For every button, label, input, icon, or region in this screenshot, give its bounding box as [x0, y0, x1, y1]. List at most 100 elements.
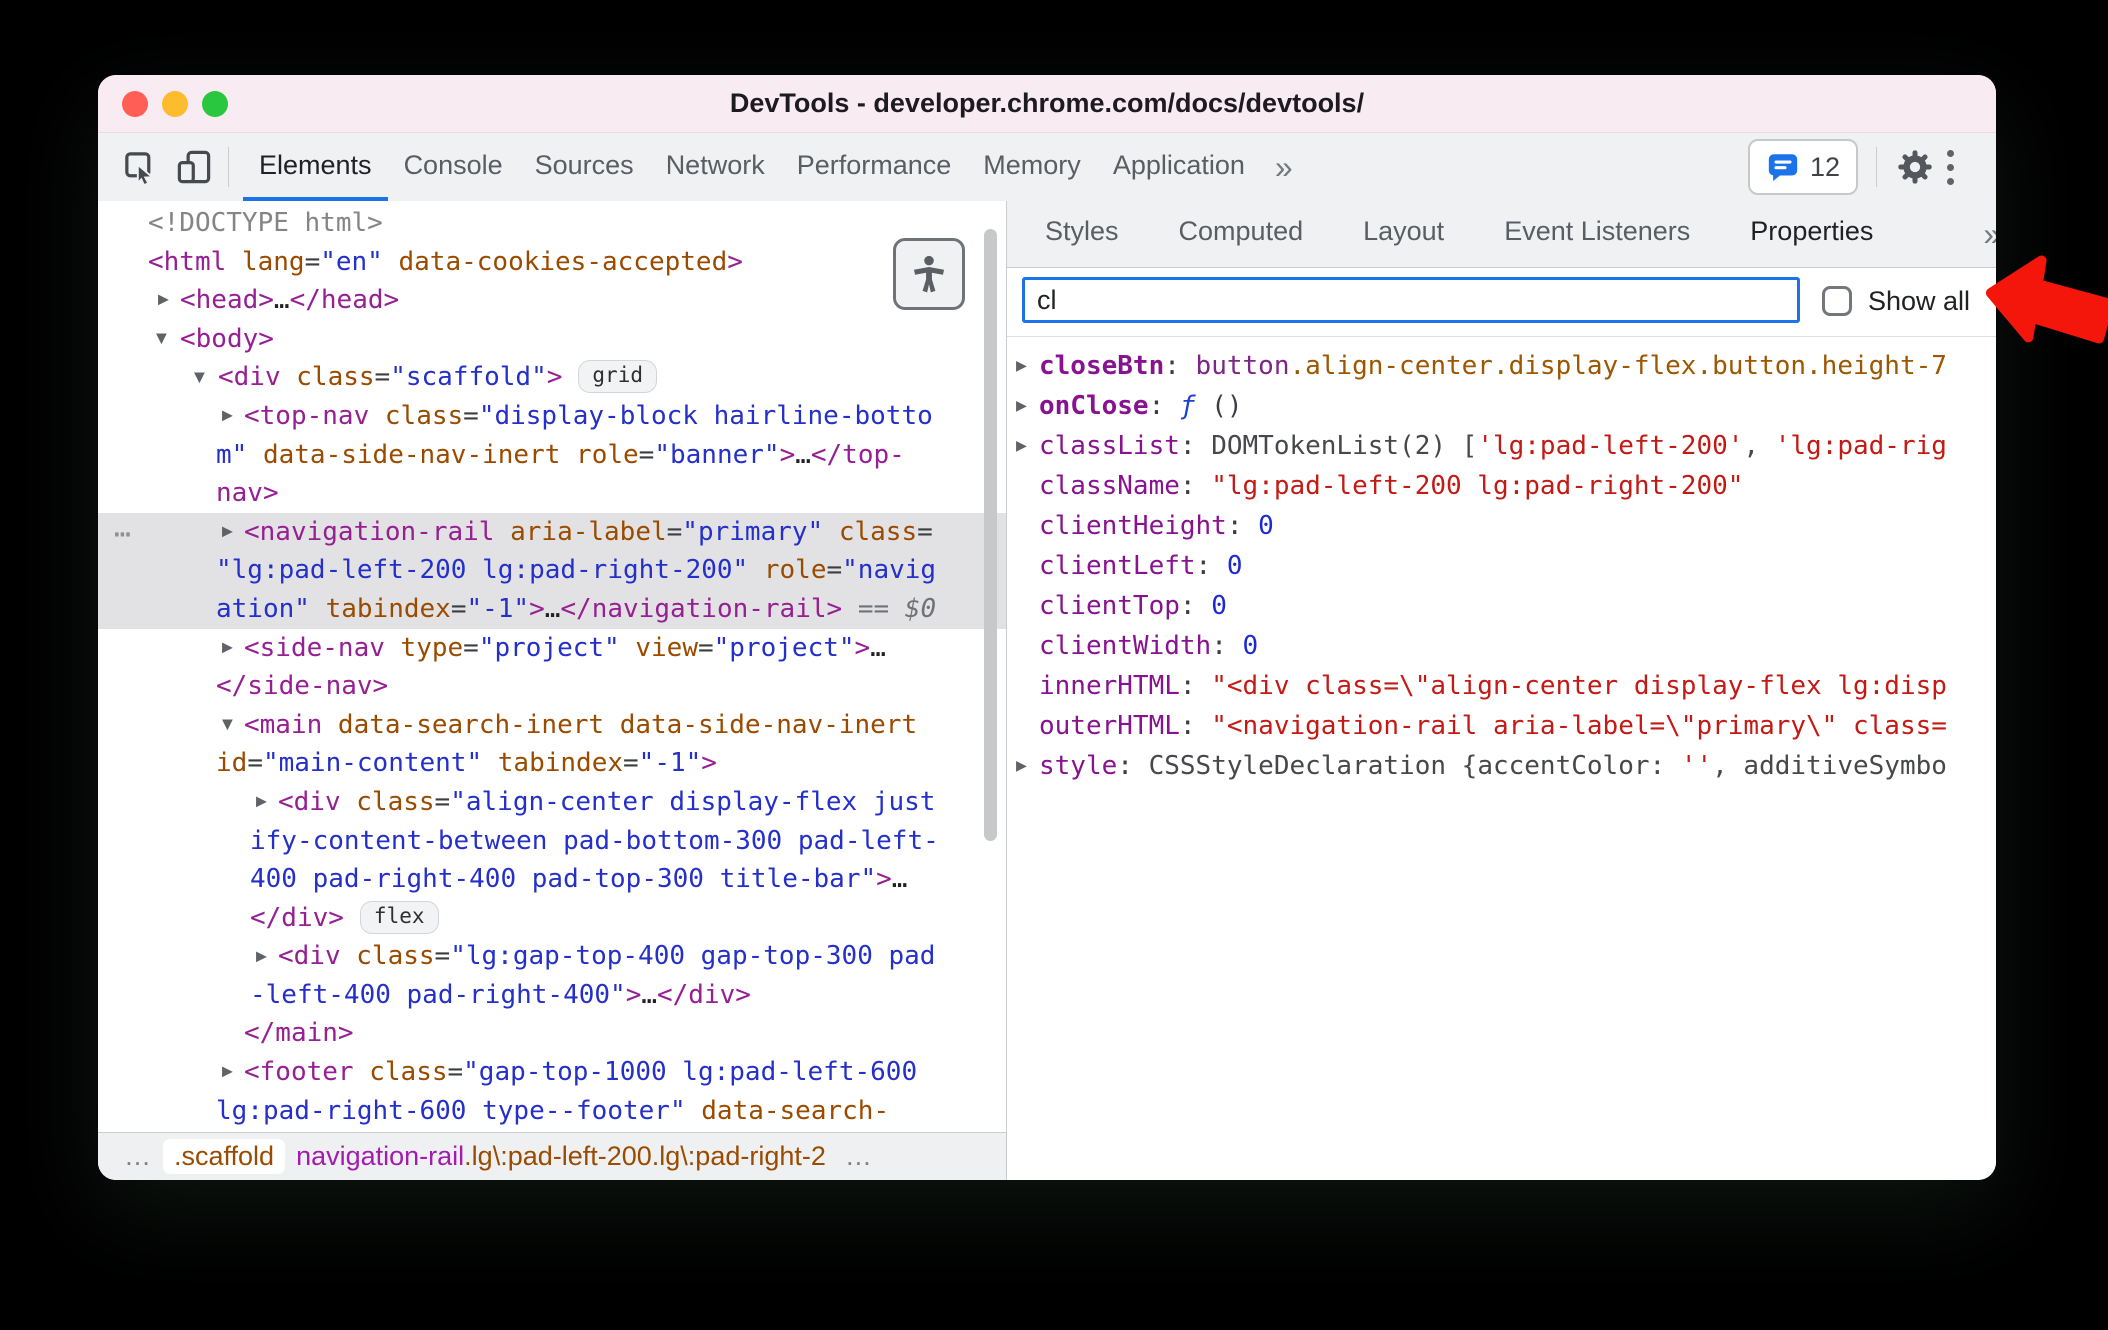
- minimize-traffic-light[interactable]: [162, 91, 188, 117]
- dom-tree-node[interactable]: ▶ <footer class="gap-top-1000 lg:pad-left…: [98, 1053, 1006, 1130]
- sidebar-tab-layout[interactable]: Layout: [1357, 201, 1450, 267]
- panel-tabs: Elements Console Sources Network Performance…: [243, 133, 1261, 201]
- dom-tree-line: ▼ <main data-search-inert data-side-nav-i…: [98, 706, 1006, 745]
- dom-tree-node[interactable]: ▶ <side-nav type="project" view="project"…: [98, 629, 1006, 706]
- breadcrumb-list: .scaffold navigation-rail.lg\:pad-left-20…: [163, 1139, 837, 1174]
- dom-tree-line: ▼ <div class="scaffold"> grid: [98, 358, 1006, 397]
- close-traffic-light[interactable]: [122, 91, 148, 117]
- property-row[interactable]: ▶ onClose: ƒ (): [1007, 386, 1996, 426]
- dom-tree-node[interactable]: ▶ <head>…</head>: [98, 281, 1006, 320]
- more-tabs-icon[interactable]: »: [1261, 133, 1307, 201]
- dom-tree-node[interactable]: ▶ <top-nav class="display-block hairline-…: [98, 397, 1006, 513]
- accessibility-person-icon: [913, 255, 945, 293]
- dom-tree-line: 400 pad-right-400 pad-top-300 title-bar"…: [250, 864, 908, 895]
- property-row[interactable]: ▶ closeBtn: button.align-center.display-f…: [1007, 346, 1996, 386]
- sidebar-tab-list: Styles Computed Layout Event Listeners Prope…: [1039, 201, 1927, 267]
- tab-application[interactable]: Application: [1097, 133, 1261, 201]
- disclosure-triangle-icon[interactable]: ▶: [222, 397, 233, 436]
- toolbar-divider: [1876, 147, 1877, 187]
- disclosure-triangle-icon[interactable]: ▶: [222, 513, 233, 552]
- tab-network[interactable]: Network: [650, 133, 781, 201]
- dom-tree-node[interactable]: </main>: [98, 1014, 1006, 1053]
- sidebar-tab-properties[interactable]: Properties: [1744, 201, 1879, 267]
- dom-tree-line: … ▶ <navigation-rail aria-label="primary" …: [98, 511, 1006, 552]
- devtools-content: <!DOCTYPE html> <html lang="en" data-cook…: [98, 201, 1996, 1180]
- dom-tree-node[interactable]: ▶ <div class="align-center display-flex j…: [98, 783, 1006, 937]
- dom-tree-line: ▶ <footer class="gap-top-1000 lg:pad-left…: [98, 1053, 1006, 1092]
- tab-sources[interactable]: Sources: [519, 133, 650, 201]
- sidebar-tab-computed[interactable]: Computed: [1173, 201, 1310, 267]
- dom-tree-line: id="main-content" tabindex="-1">: [216, 748, 717, 779]
- disclosure-triangle-icon[interactable]: ▼: [194, 358, 205, 397]
- toolbar-right-group: 12: [1747, 139, 1966, 195]
- property-row[interactable]: clientLeft: 0: [1007, 546, 1996, 586]
- dom-tree-line: ▶ <top-nav class="display-block hairline-…: [98, 397, 1006, 436]
- tab-elements[interactable]: Elements: [243, 133, 388, 201]
- breadcrumb: … .scaffold navigation-rail.lg\:pad-left-…: [98, 1132, 1006, 1180]
- annotation-arrow-icon: [1985, 255, 2108, 344]
- expand-arrow-icon[interactable]: ▶: [1016, 746, 1027, 786]
- tree-scrollbar[interactable]: [984, 229, 997, 841]
- dom-tree-line: <!DOCTYPE html>: [148, 208, 383, 238]
- disclosure-triangle-icon[interactable]: ▼: [156, 320, 167, 359]
- property-row[interactable]: clientHeight: 0: [1007, 506, 1996, 546]
- tab-console[interactable]: Console: [388, 133, 519, 201]
- tab-memory[interactable]: Memory: [967, 133, 1097, 201]
- breadcrumb-crumb[interactable]: navigation-rail.lg\:pad-left-200.lg\:pad…: [285, 1139, 837, 1174]
- dom-tree-node[interactable]: ▼ <main data-search-inert data-side-nav-i…: [98, 706, 1006, 783]
- issues-chat-button[interactable]: 12: [1747, 139, 1858, 195]
- window-title: DevTools - developer.chrome.com/docs/dev…: [729, 88, 1365, 118]
- accessibility-overlay-button[interactable]: [893, 238, 965, 310]
- sidebar-tab-event-listeners[interactable]: Event Listeners: [1498, 201, 1696, 267]
- disclosure-triangle-icon[interactable]: ▶: [256, 937, 267, 976]
- dom-tree-line: ation" tabindex="-1">…</navigation-rail>…: [216, 593, 937, 624]
- breadcrumb-left-ellipsis[interactable]: …: [124, 1141, 153, 1172]
- dom-tree-line: nav>: [216, 478, 279, 509]
- dom-tree-line: ify-content-between pad-bottom-300 pad-l…: [250, 825, 939, 856]
- settings-gear-icon[interactable]: [1895, 147, 1935, 187]
- flex-badge[interactable]: flex: [359, 900, 439, 934]
- dom-tree-line: ▶ <head>…</head>: [98, 281, 1006, 320]
- dom-tree-node[interactable]: ▶ <div class="lg:gap-top-400 gap-top-300 …: [98, 937, 1006, 1014]
- elements-sidebar: Styles Computed Layout Event Listeners Prope…: [1007, 201, 1996, 1180]
- tab-performance[interactable]: Performance: [781, 133, 968, 201]
- device-toolbar-icon[interactable]: [174, 147, 214, 187]
- expand-arrow-icon[interactable]: ▶: [1016, 426, 1027, 466]
- property-row[interactable]: ▶ style: CSSStyleDeclaration {accentColor…: [1007, 746, 1996, 786]
- disclosure-triangle-icon[interactable]: ▶: [158, 281, 169, 320]
- property-row[interactable]: innerHTML: "<div class=\"align-center di…: [1007, 666, 1996, 706]
- properties-filter-input[interactable]: [1022, 277, 1800, 323]
- dom-tree-line: ▶ <side-nav type="project" view="project"…: [98, 629, 1006, 668]
- property-row[interactable]: clientTop: 0: [1007, 586, 1996, 626]
- disclosure-triangle-icon[interactable]: ▶: [256, 783, 267, 822]
- expand-arrow-icon[interactable]: ▶: [1016, 346, 1027, 386]
- grid-badge[interactable]: grid: [578, 360, 657, 394]
- dom-tree-line: -left-400 pad-right-400">…</div>: [250, 979, 751, 1010]
- expand-arrow-icon[interactable]: ▶: [1016, 386, 1027, 426]
- zoom-traffic-light[interactable]: [202, 91, 228, 117]
- dom-tree-line: lg:pad-right-600 type--footer" data-sear…: [216, 1095, 890, 1126]
- show-all-checkbox[interactable]: [1822, 286, 1852, 316]
- property-row[interactable]: ▶ classList: DOMTokenList(2) ['lg:pad-lef…: [1007, 426, 1996, 466]
- dom-tree-line: m" data-side-nav-inert role="banner">…</…: [216, 439, 905, 470]
- breadcrumb-crumb[interactable]: .scaffold: [163, 1139, 286, 1174]
- breadcrumb-right-ellipsis[interactable]: …: [845, 1141, 874, 1172]
- disclosure-triangle-icon[interactable]: ▶: [222, 629, 233, 668]
- dom-tree-line: </side-nav>: [216, 671, 389, 702]
- property-row[interactable]: className: "lg:pad-left-200 lg:pad-right…: [1007, 466, 1996, 506]
- disclosure-triangle-icon[interactable]: ▶: [222, 1053, 233, 1092]
- dom-tree-node[interactable]: <html lang="en" data-cookies-accepted>: [98, 243, 1006, 282]
- sidebar-tabs: Styles Computed Layout Event Listeners Prope…: [1007, 201, 1996, 268]
- inspect-element-icon[interactable]: [120, 147, 160, 187]
- sidebar-tab-styles[interactable]: Styles: [1039, 201, 1125, 267]
- chat-bubble-icon: [1768, 154, 1798, 182]
- more-options-kebab-icon[interactable]: [1935, 149, 1966, 185]
- dom-tree-node[interactable]: <!DOCTYPE html>: [98, 204, 1006, 243]
- property-row[interactable]: clientWidth: 0: [1007, 626, 1996, 666]
- dom-tree-node[interactable]: ▼ <body>: [98, 320, 1006, 359]
- disclosure-triangle-icon[interactable]: ▼: [222, 706, 233, 745]
- dom-tree-node[interactable]: ▼ <div class="scaffold"> grid: [98, 358, 1006, 397]
- node-options-dots-icon[interactable]: …: [114, 509, 133, 548]
- dom-tree-node[interactable]: … ▶ <navigation-rail aria-label="primary" …: [98, 511, 1006, 629]
- property-row[interactable]: outerHTML: "<navigation-rail aria-label=…: [1007, 706, 1996, 746]
